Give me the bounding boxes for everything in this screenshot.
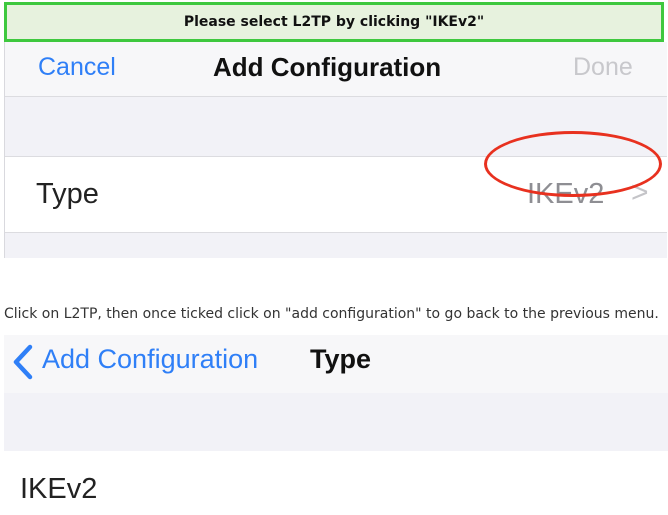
cancel-button[interactable]: Cancel [38, 53, 116, 82]
instruction-text: Click on L2TP, then once ticked click on… [4, 306, 659, 322]
section-separator [4, 393, 668, 451]
type-selection-screen: Add Configuration Type IKEv2 [0, 335, 668, 515]
chevron-left-icon[interactable] [8, 342, 38, 382]
type-label: Type [36, 178, 99, 210]
done-button[interactable]: Done [573, 53, 633, 82]
page-title-type: Type [310, 344, 372, 374]
highlight-circle-annotation [484, 131, 662, 197]
navigation-bar-type: Add Configuration Type [4, 335, 668, 394]
page-title: Add Configuration [213, 52, 442, 82]
option-ikev2[interactable]: IKEv2 [20, 473, 97, 506]
instruction-banner: Please select L2TP by clicking "IKEv2" [4, 2, 664, 42]
banner-text: Please select L2TP by clicking "IKEv2" [183, 14, 485, 30]
navigation-bar: Cancel Add Configuration Done [5, 42, 667, 97]
back-button[interactable]: Add Configuration [42, 344, 258, 375]
